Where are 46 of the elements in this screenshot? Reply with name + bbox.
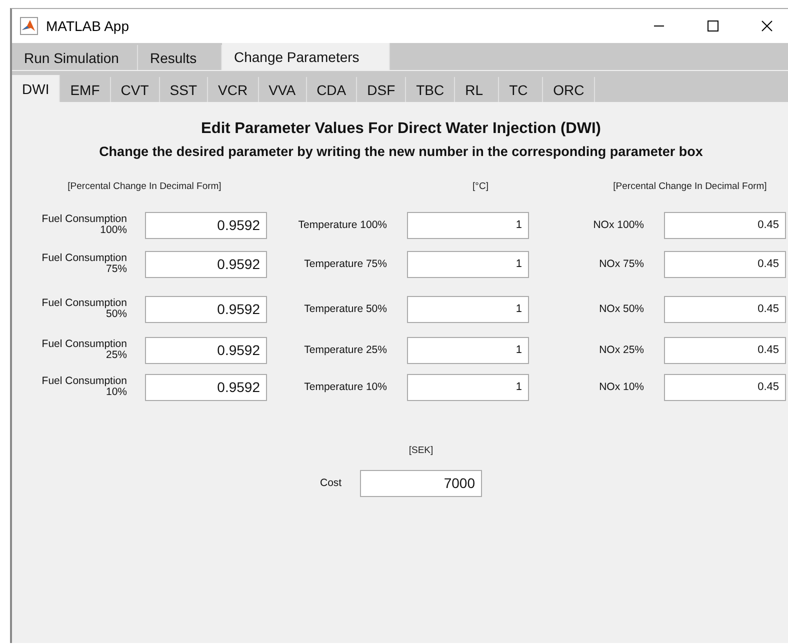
input-field[interactable]: 1 (407, 374, 529, 400)
input-field[interactable]: 0.9592 (145, 250, 267, 278)
input-field[interactable]: 0.9592 (145, 212, 267, 238)
input-field[interactable]: 1 (407, 336, 529, 364)
input-field[interactable]: 0.45 (664, 250, 786, 278)
window-title: MATLAB App (46, 18, 130, 34)
unit-label: [Percental Change In Decimal Form] (612, 181, 768, 194)
field-label: Cost (320, 478, 343, 488)
input-field[interactable]: 7000 (360, 470, 482, 496)
input-field[interactable]: 0.9592 (145, 374, 267, 400)
field-label: Fuel Consumption 10% (40, 376, 127, 398)
input-field[interactable]: 0.9592 (145, 336, 267, 364)
field-label: NOx 75% (598, 258, 644, 270)
unit-label: [SEK] (408, 445, 434, 458)
field-label: NOx 50% (598, 304, 644, 314)
field-label: NOx 10% (598, 382, 644, 392)
page-heading: Edit Parameter Values For Direct Water Injection (DWI) (201, 120, 601, 138)
field-label: Temperature 10% (303, 382, 387, 392)
unit-label: [°C] (472, 181, 490, 194)
input-field[interactable]: 0.9592 (145, 296, 267, 322)
field-label: Temperature 25% (303, 344, 387, 356)
field-label: Fuel Consumption 75% (40, 253, 127, 275)
tab[interactable]: VVA (258, 77, 307, 102)
field-label: Fuel Consumption 50% (40, 298, 127, 320)
app-logo-icon (20, 17, 38, 35)
tab[interactable]: Change Parameters (222, 43, 390, 70)
field-label: NOx 25% (598, 344, 644, 356)
field-label: Temperature 50% (303, 304, 387, 314)
input-field[interactable]: 1 (407, 296, 529, 322)
input-field[interactable]: 1 (407, 250, 529, 278)
input-field[interactable]: 1 (407, 212, 529, 238)
instruction-text: Change the desired parameter by writing the new number in the corresponding parameter box (99, 144, 703, 159)
tab[interactable]: CDA (306, 77, 358, 102)
input-field[interactable]: 0.45 (664, 336, 786, 364)
input-field[interactable]: 0.45 (664, 296, 786, 322)
field-label: NOx 100% (592, 220, 644, 230)
field-label: Temperature 75% (303, 258, 387, 270)
field-label: Fuel Consumption 100% (40, 214, 127, 236)
tab[interactable]: DWI (12, 75, 60, 102)
close-icon (761, 20, 773, 32)
input-field[interactable]: 0.45 (664, 374, 786, 400)
field-label: Fuel Consumption 25% (40, 339, 127, 361)
field-label: Temperature 100% (297, 220, 387, 230)
input-field[interactable]: 0.45 (664, 212, 786, 238)
maximize-icon (707, 20, 719, 32)
unit-label: [Percental Change In Decimal Form] (66, 181, 222, 194)
